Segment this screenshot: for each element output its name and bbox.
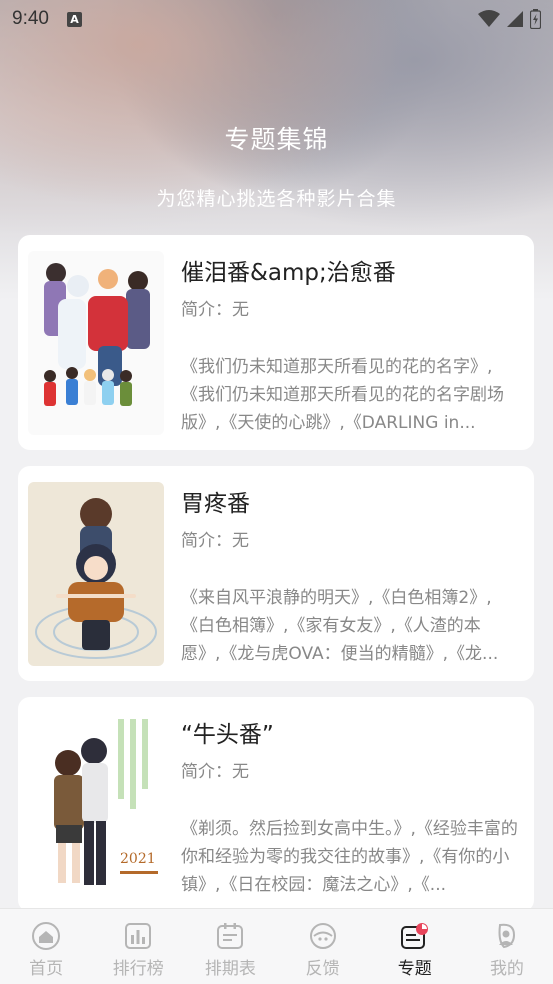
tab-label: 排行榜 [112,959,164,979]
ranking-icon [125,923,152,949]
profile-icon [498,923,515,949]
collection-card[interactable]: 胃疼番 简介：无 《来自风平浪静的明天》,《白色相簿2》,《白色相簿》,《家有女… [18,466,534,681]
collection-intro: 简介：无 [181,300,249,320]
signal-icon [507,11,523,27]
feedback-icon [309,923,336,949]
status-time: 9:40 [12,8,49,29]
collection-card[interactable]: 催泪番&amp;治愈番 简介：无 《我们仍未知道那天所看见的花的名字》,《我们仍… [18,235,534,450]
collection-description: 《来自风平浪静的明天》,《白色相簿2》,《白色相簿》,《家有女友》,《人渣的本愿… [181,588,499,664]
notification-icon: A [66,11,82,27]
svg-text:2021: 2021 [120,851,156,867]
tab-label: 反馈 [305,959,340,979]
bottom-tab-bar: 首页 排行榜 排期表 反馈 专题 我的 [0,908,553,984]
battery-icon [530,9,541,29]
collection-card[interactable]: 2021 “牛头番” 简介：无 《剃须。然后捡到女高中生。》,《经验丰富的你和经… [18,697,534,912]
collection-title: 催泪番&amp;治愈番 [181,260,396,286]
tab-label: 我的 [489,959,524,979]
topics-icon [400,923,428,949]
tab-ranking[interactable]: 排行榜 [92,909,184,984]
tab-profile[interactable]: 我的 [461,909,553,984]
tab-feedback[interactable]: 反馈 [277,909,369,984]
tab-label: 排期表 [204,959,256,979]
home-icon [32,922,61,950]
collection-intro: 简介：无 [181,531,249,551]
page-subtitle: 为您精心挑选各种影片合集 [156,188,397,210]
tab-label: 专题 [397,959,432,979]
collection-cover-image: 2021 [28,713,164,897]
tab-schedule[interactable]: 排期表 [184,909,276,984]
status-bar: 9:40 A [0,0,553,38]
collection-description: 《我们仍未知道那天所看见的花的名字》,《我们仍未知道那天所看见的花的名字剧场版》… [181,357,504,433]
collection-cover-image [28,251,164,435]
collection-title: “牛头番” [181,722,274,748]
tab-home[interactable]: 首页 [0,909,92,984]
collection-description: 《剃须。然后捡到女高中生。》,《经验丰富的你和经验为零的我交往的故事》,《有你的… [181,819,518,895]
collection-cover-image [28,482,164,666]
page-title: 专题集锦 [224,125,329,154]
wifi-icon [478,10,500,27]
collection-intro: 简介：无 [181,762,249,782]
schedule-icon [217,923,244,949]
tab-topics[interactable]: 专题 [369,909,461,984]
tab-label: 首页 [29,959,64,979]
collection-title: 胃疼番 [181,491,250,517]
